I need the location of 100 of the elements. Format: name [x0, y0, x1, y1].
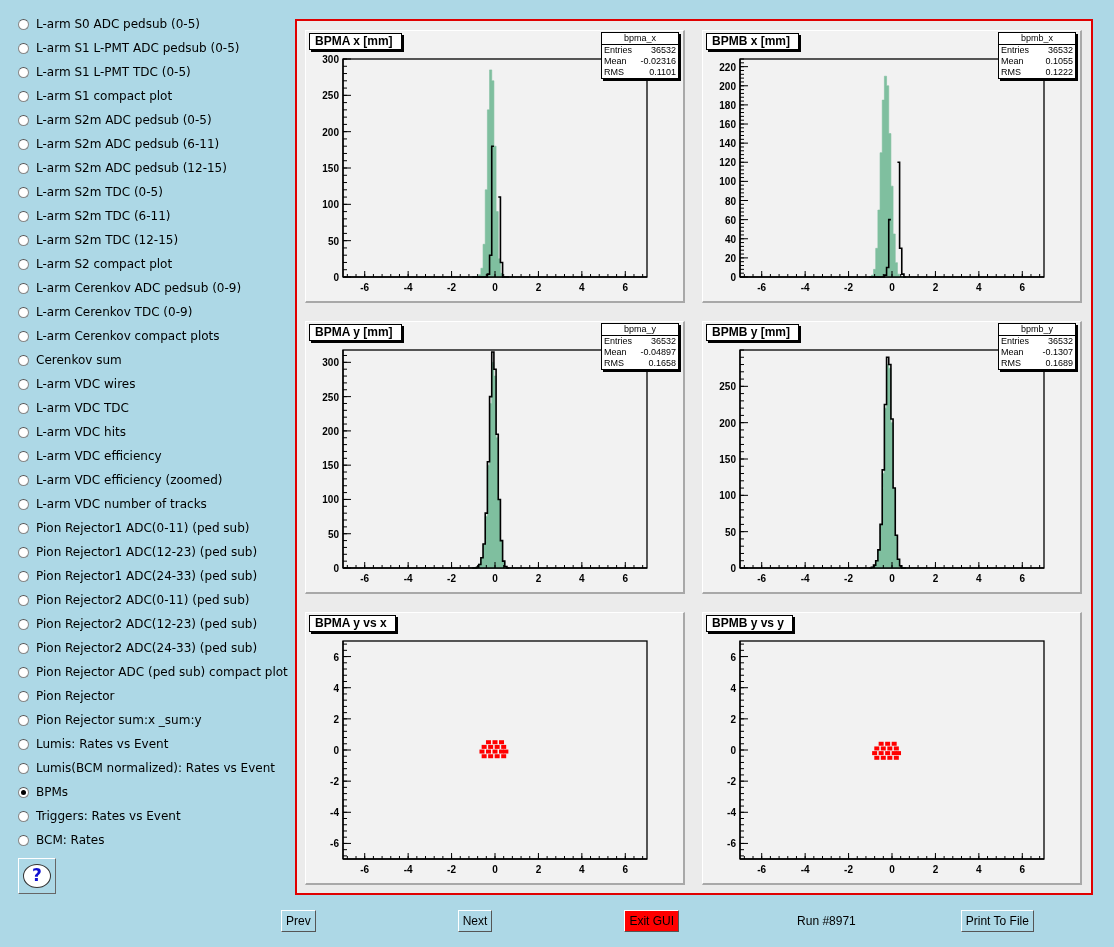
tick-label: 100: [719, 490, 736, 502]
tick-label: 4: [333, 682, 339, 694]
stats-value: 36532: [1047, 336, 1073, 347]
tick-label: 6: [1019, 282, 1026, 293]
tick-label: 100: [322, 494, 339, 506]
tick-label: -6: [757, 864, 767, 875]
stats-value: 36532: [650, 45, 676, 56]
stats-value: 0.1055: [1045, 56, 1073, 67]
stats-value: 0.1222: [1045, 67, 1073, 78]
stats-label: Entries: [604, 45, 632, 56]
option-label: L-arm VDC efficiency: [36, 449, 162, 463]
tick-label: 0: [730, 272, 736, 283]
tick-label: 200: [322, 126, 339, 138]
option-label: L-arm S2m TDC (0-5): [36, 185, 163, 199]
tick-label: -6: [360, 573, 370, 584]
stats-label: Entries: [604, 336, 632, 347]
option-label: L-arm S2m ADC pedsub (6-11): [36, 137, 220, 151]
tick-label: 6: [1019, 573, 1026, 584]
tick-label: 80: [724, 195, 736, 207]
tick-label: 4: [579, 282, 585, 293]
stats-name: bpma_y: [602, 324, 678, 336]
stats-label: RMS: [1001, 358, 1021, 369]
tick-label: -4: [800, 864, 810, 875]
tick-label: -4: [800, 573, 810, 584]
stats-label: Mean: [1001, 56, 1024, 67]
stats-value: 0.1689: [1045, 358, 1073, 369]
option-label: BCM: Rates: [36, 833, 105, 847]
tick-label: 2: [535, 282, 542, 293]
stats-name: bpmb_x: [999, 33, 1075, 45]
run-number: Run #8971: [797, 914, 856, 928]
stats-name: bpmb_y: [999, 324, 1075, 336]
tick-label: -2: [447, 573, 456, 584]
tick-label: -4: [403, 282, 413, 293]
option-label: L-arm S1 L-PMT ADC pedsub (0-5): [36, 41, 240, 55]
tick-label: -6: [360, 282, 370, 293]
tick-label: 200: [719, 80, 736, 92]
option-label: L-arm VDC hits: [36, 425, 126, 439]
tick-label: 0: [730, 563, 736, 574]
stats-value: 0.1101: [649, 67, 676, 78]
option-label: L-arm Cerenkov ADC pedsub (0-9): [36, 281, 242, 295]
tick-label: -4: [800, 282, 810, 293]
stats-value: -0.1307: [1042, 347, 1073, 358]
tick-label: 2: [932, 864, 939, 875]
tick-label: 250: [719, 381, 736, 393]
tick-label: 0: [333, 272, 339, 283]
tick-label: -2: [447, 864, 456, 875]
tick-label: 0: [889, 573, 895, 584]
stats-label: RMS: [604, 358, 624, 369]
tick-label: 0: [333, 563, 339, 574]
option-label: L-arm VDC wires: [36, 377, 136, 391]
option-label: L-arm S1 compact plot: [36, 89, 173, 103]
tick-label: 200: [719, 417, 736, 429]
tick-label: -2: [447, 282, 456, 293]
tick-label: -4: [727, 807, 736, 819]
tick-label: 250: [322, 90, 339, 102]
tick-label: -2: [844, 864, 853, 875]
option-label: L-arm VDC efficiency (zoomed): [36, 473, 223, 487]
tick-label: -6: [330, 838, 339, 850]
tick-label: 50: [724, 526, 736, 538]
option-label: L-arm S2m ADC pedsub (12-15): [36, 161, 227, 175]
option-label: BPMs: [36, 785, 69, 799]
tick-label: 0: [492, 864, 498, 875]
tick-label: 100: [719, 176, 736, 188]
option-label: Pion Rejector2 ADC(0-11) (ped sub): [36, 593, 250, 607]
plot-title: BPMB y vs y: [706, 615, 794, 632]
option-label: L-arm S2m ADC pedsub (0-5): [36, 113, 212, 127]
tick-label: 250: [322, 391, 339, 403]
option-label: Pion Rejector sum:x _sum:y: [36, 713, 202, 727]
plot-title: BPMA y [mm]: [309, 324, 402, 341]
option-label: Pion Rejector1 ADC(24-33) (ped sub): [36, 569, 258, 583]
tick-label: 4: [976, 282, 982, 293]
tick-label: 4: [579, 864, 585, 875]
stats-value: 36532: [1047, 45, 1073, 56]
tick-label: -2: [330, 776, 339, 788]
tick-label: 50: [327, 528, 339, 540]
option-label: L-arm VDC number of tracks: [36, 497, 207, 511]
tick-label: 4: [976, 864, 982, 875]
stats-label: Entries: [1001, 336, 1029, 347]
tick-label: 4: [730, 682, 736, 694]
tick-label: 6: [333, 651, 339, 663]
tick-label: -4: [403, 573, 413, 584]
tick-label: 300: [322, 357, 339, 369]
tick-label: 220: [719, 61, 736, 73]
stats-label: Mean: [1001, 347, 1024, 358]
option-label: Pion Rejector1 ADC(0-11) (ped sub): [36, 521, 250, 535]
tick-label: 100: [322, 199, 339, 211]
tick-label: -2: [727, 776, 736, 788]
tick-label: 2: [535, 573, 542, 584]
plot-title: BPMB y [mm]: [706, 324, 799, 341]
option-label: Cerenkov sum: [36, 353, 122, 367]
stats-label: RMS: [1001, 67, 1021, 78]
tick-label: 6: [622, 864, 629, 875]
option-label: Pion Rejector1 ADC(12-23) (ped sub): [36, 545, 258, 559]
stats-label: Mean: [604, 56, 627, 67]
stats-label: Mean: [604, 347, 627, 358]
option-label: Pion Rejector: [36, 689, 115, 703]
tick-label: 140: [719, 138, 736, 150]
option-label: L-arm S2m TDC (12-15): [36, 233, 179, 247]
option-label: Lumis: Rates vs Event: [36, 737, 169, 751]
option-label: L-arm S1 L-PMT TDC (0-5): [36, 65, 191, 79]
